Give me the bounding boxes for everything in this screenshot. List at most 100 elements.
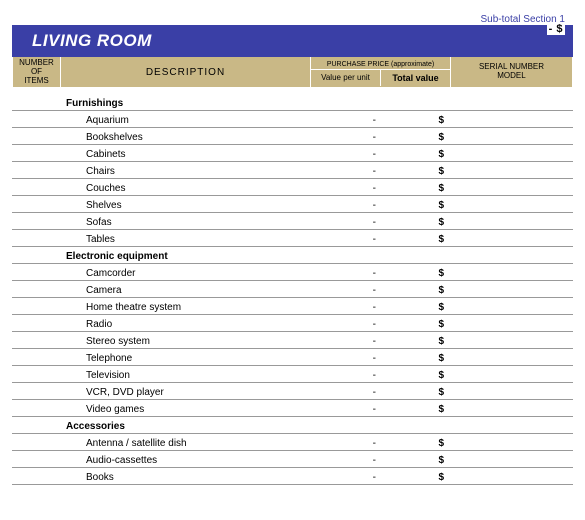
cell-num[interactable] xyxy=(12,297,60,314)
cell-vpu[interactable]: - xyxy=(310,178,380,195)
cell-vpu[interactable]: - xyxy=(310,297,380,314)
cell-serial[interactable] xyxy=(450,314,573,331)
cell-num[interactable] xyxy=(12,212,60,229)
cell-num[interactable] xyxy=(12,467,60,484)
cell-serial[interactable] xyxy=(450,195,573,212)
section-header-row: Accessories xyxy=(12,416,573,433)
cell-serial[interactable] xyxy=(450,297,573,314)
cell-tv: $ xyxy=(380,195,450,212)
cell-vpu[interactable]: - xyxy=(310,144,380,161)
cell-num[interactable] xyxy=(12,365,60,382)
subtotal-value: - $ xyxy=(547,23,565,35)
cell-serial[interactable] xyxy=(450,144,573,161)
cell-num[interactable] xyxy=(12,314,60,331)
cell-num[interactable] xyxy=(12,280,60,297)
cell-serial[interactable] xyxy=(450,433,573,450)
cell-num[interactable] xyxy=(12,144,60,161)
cell-serial[interactable] xyxy=(450,280,573,297)
cell-serial[interactable] xyxy=(450,110,573,127)
table-row: Camera-$ xyxy=(12,280,573,297)
cell-vpu[interactable]: - xyxy=(310,127,380,144)
cell-tv: $ xyxy=(380,382,450,399)
cell-tv: $ xyxy=(380,212,450,229)
table-row: Books-$ xyxy=(12,467,573,484)
cell-vpu[interactable]: - xyxy=(310,212,380,229)
cell-num[interactable] xyxy=(12,263,60,280)
cell-desc: Audio-cassettes xyxy=(60,450,310,467)
cell-vpu[interactable]: - xyxy=(310,280,380,297)
cell-num[interactable] xyxy=(12,416,60,433)
col-number-of-items: NUMBER OF ITEMS xyxy=(13,57,61,87)
cell-vpu[interactable]: - xyxy=(310,331,380,348)
cell-tv: $ xyxy=(380,297,450,314)
cell-vpu[interactable]: - xyxy=(310,263,380,280)
cell-serial[interactable] xyxy=(450,467,573,484)
cell-serial[interactable] xyxy=(450,365,573,382)
table-row: Aquarium-$ xyxy=(12,110,573,127)
cell-serial[interactable] xyxy=(450,331,573,348)
cell-num[interactable] xyxy=(12,161,60,178)
cell-vpu[interactable]: - xyxy=(310,382,380,399)
cell-vpu[interactable]: - xyxy=(310,399,380,416)
cell-vpu[interactable]: - xyxy=(310,195,380,212)
cell-num[interactable] xyxy=(12,93,60,110)
cell-vpu[interactable]: - xyxy=(310,161,380,178)
cell-tv xyxy=(380,93,450,110)
cell-vpu[interactable]: - xyxy=(310,365,380,382)
cell-num[interactable] xyxy=(12,433,60,450)
cell-vpu[interactable]: - xyxy=(310,348,380,365)
cell-serial[interactable] xyxy=(450,212,573,229)
cell-num[interactable] xyxy=(12,348,60,365)
cell-serial[interactable] xyxy=(450,127,573,144)
cell-serial[interactable] xyxy=(450,263,573,280)
cell-serial[interactable] xyxy=(450,229,573,246)
cell-num[interactable] xyxy=(12,382,60,399)
table-row: Audio-cassettes-$ xyxy=(12,450,573,467)
cell-serial[interactable] xyxy=(450,416,573,433)
cell-num[interactable] xyxy=(12,399,60,416)
table-row: Video games-$ xyxy=(12,399,573,416)
cell-serial[interactable] xyxy=(450,178,573,195)
cell-desc: VCR, DVD player xyxy=(60,382,310,399)
section-title-cell: Accessories xyxy=(60,416,310,433)
cell-serial[interactable] xyxy=(450,93,573,110)
cell-num[interactable] xyxy=(12,331,60,348)
cell-desc: Shelves xyxy=(60,195,310,212)
cell-vpu[interactable] xyxy=(310,246,380,263)
cell-tv: $ xyxy=(380,467,450,484)
cell-tv: $ xyxy=(380,280,450,297)
cell-serial[interactable] xyxy=(450,246,573,263)
cell-desc: Video games xyxy=(60,399,310,416)
inventory-table: FurnishingsAquarium-$Bookshelves-$Cabine… xyxy=(12,93,573,485)
cell-num[interactable] xyxy=(12,178,60,195)
cell-serial[interactable] xyxy=(450,161,573,178)
cell-tv: $ xyxy=(380,331,450,348)
cell-tv: $ xyxy=(380,433,450,450)
table-row: Tables-$ xyxy=(12,229,573,246)
table-row: Home theatre system-$ xyxy=(12,297,573,314)
cell-tv: $ xyxy=(380,348,450,365)
cell-serial[interactable] xyxy=(450,348,573,365)
cell-num[interactable] xyxy=(12,246,60,263)
cell-vpu[interactable]: - xyxy=(310,110,380,127)
cell-serial[interactable] xyxy=(450,382,573,399)
cell-vpu[interactable]: - xyxy=(310,450,380,467)
table-row: Cabinets-$ xyxy=(12,144,573,161)
cell-num[interactable] xyxy=(12,195,60,212)
cell-num[interactable] xyxy=(12,229,60,246)
table-row: Antenna / satellite dish-$ xyxy=(12,433,573,450)
cell-num[interactable] xyxy=(12,450,60,467)
cell-vpu[interactable] xyxy=(310,93,380,110)
cell-num[interactable] xyxy=(12,110,60,127)
cell-vpu[interactable]: - xyxy=(310,314,380,331)
cell-vpu[interactable]: - xyxy=(310,467,380,484)
cell-num[interactable] xyxy=(12,127,60,144)
cell-desc: Couches xyxy=(60,178,310,195)
cell-desc: Books xyxy=(60,467,310,484)
cell-serial[interactable] xyxy=(450,399,573,416)
cell-vpu[interactable]: - xyxy=(310,433,380,450)
cell-tv: $ xyxy=(380,144,450,161)
cell-vpu[interactable]: - xyxy=(310,229,380,246)
cell-serial[interactable] xyxy=(450,450,573,467)
cell-vpu[interactable] xyxy=(310,416,380,433)
